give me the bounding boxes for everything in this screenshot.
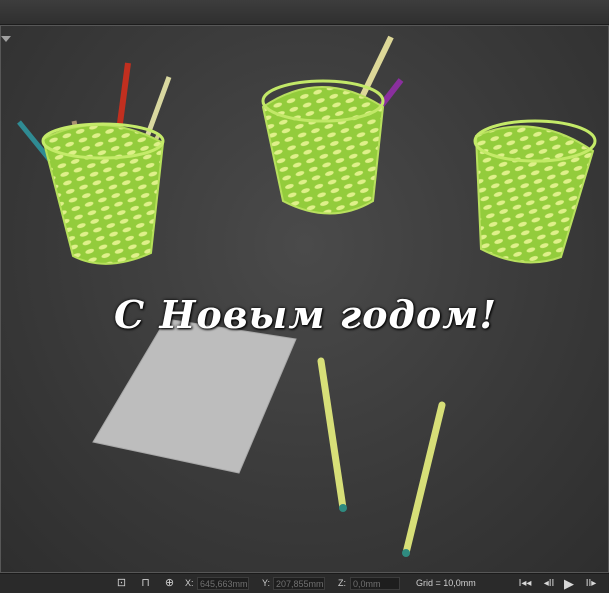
pen-holder-basket-left bbox=[17, 62, 172, 265]
x-coord-label: X: bbox=[185, 578, 194, 588]
loose-pencil-1 bbox=[317, 357, 347, 512]
status-bar: ⊡ ⊓ ⊕ X: 645,663mm Y: 207,855mm Z: 0,0mm… bbox=[0, 573, 609, 593]
pen-holder-basket-right bbox=[473, 119, 597, 264]
z-coord-field[interactable]: 0,0mm bbox=[350, 577, 400, 590]
grid-size-readout: Grid = 10,0mm bbox=[416, 578, 476, 588]
absolute-mode-icon[interactable]: ⊕ bbox=[163, 577, 176, 590]
pen-holder-basket-middle bbox=[261, 35, 404, 215]
go-to-start-icon[interactable]: I◂◂ bbox=[516, 577, 534, 590]
y-coord-label: Y: bbox=[262, 578, 271, 588]
perspective-viewport[interactable]: С Новым годом! bbox=[0, 25, 609, 573]
loose-pencil-2 bbox=[402, 401, 446, 557]
greeting-text: С Новым годом! bbox=[114, 292, 497, 337]
triangle-down-icon[interactable] bbox=[1, 36, 11, 42]
lock-icon[interactable]: ⊓ bbox=[139, 577, 152, 590]
z-coord-label: Z: bbox=[338, 578, 346, 588]
previous-frame-icon[interactable]: ◂II bbox=[540, 577, 558, 590]
selection-lock-icon[interactable]: ⊡ bbox=[115, 577, 128, 590]
x-coord-field[interactable]: 645,663mm bbox=[197, 577, 249, 590]
paper-sheet bbox=[92, 318, 297, 474]
play-icon[interactable]: ▶ bbox=[562, 577, 576, 590]
y-coord-field[interactable]: 207,855mm bbox=[273, 577, 325, 590]
top-toolbar bbox=[0, 0, 609, 25]
next-frame-icon[interactable]: II▸ bbox=[582, 577, 600, 590]
